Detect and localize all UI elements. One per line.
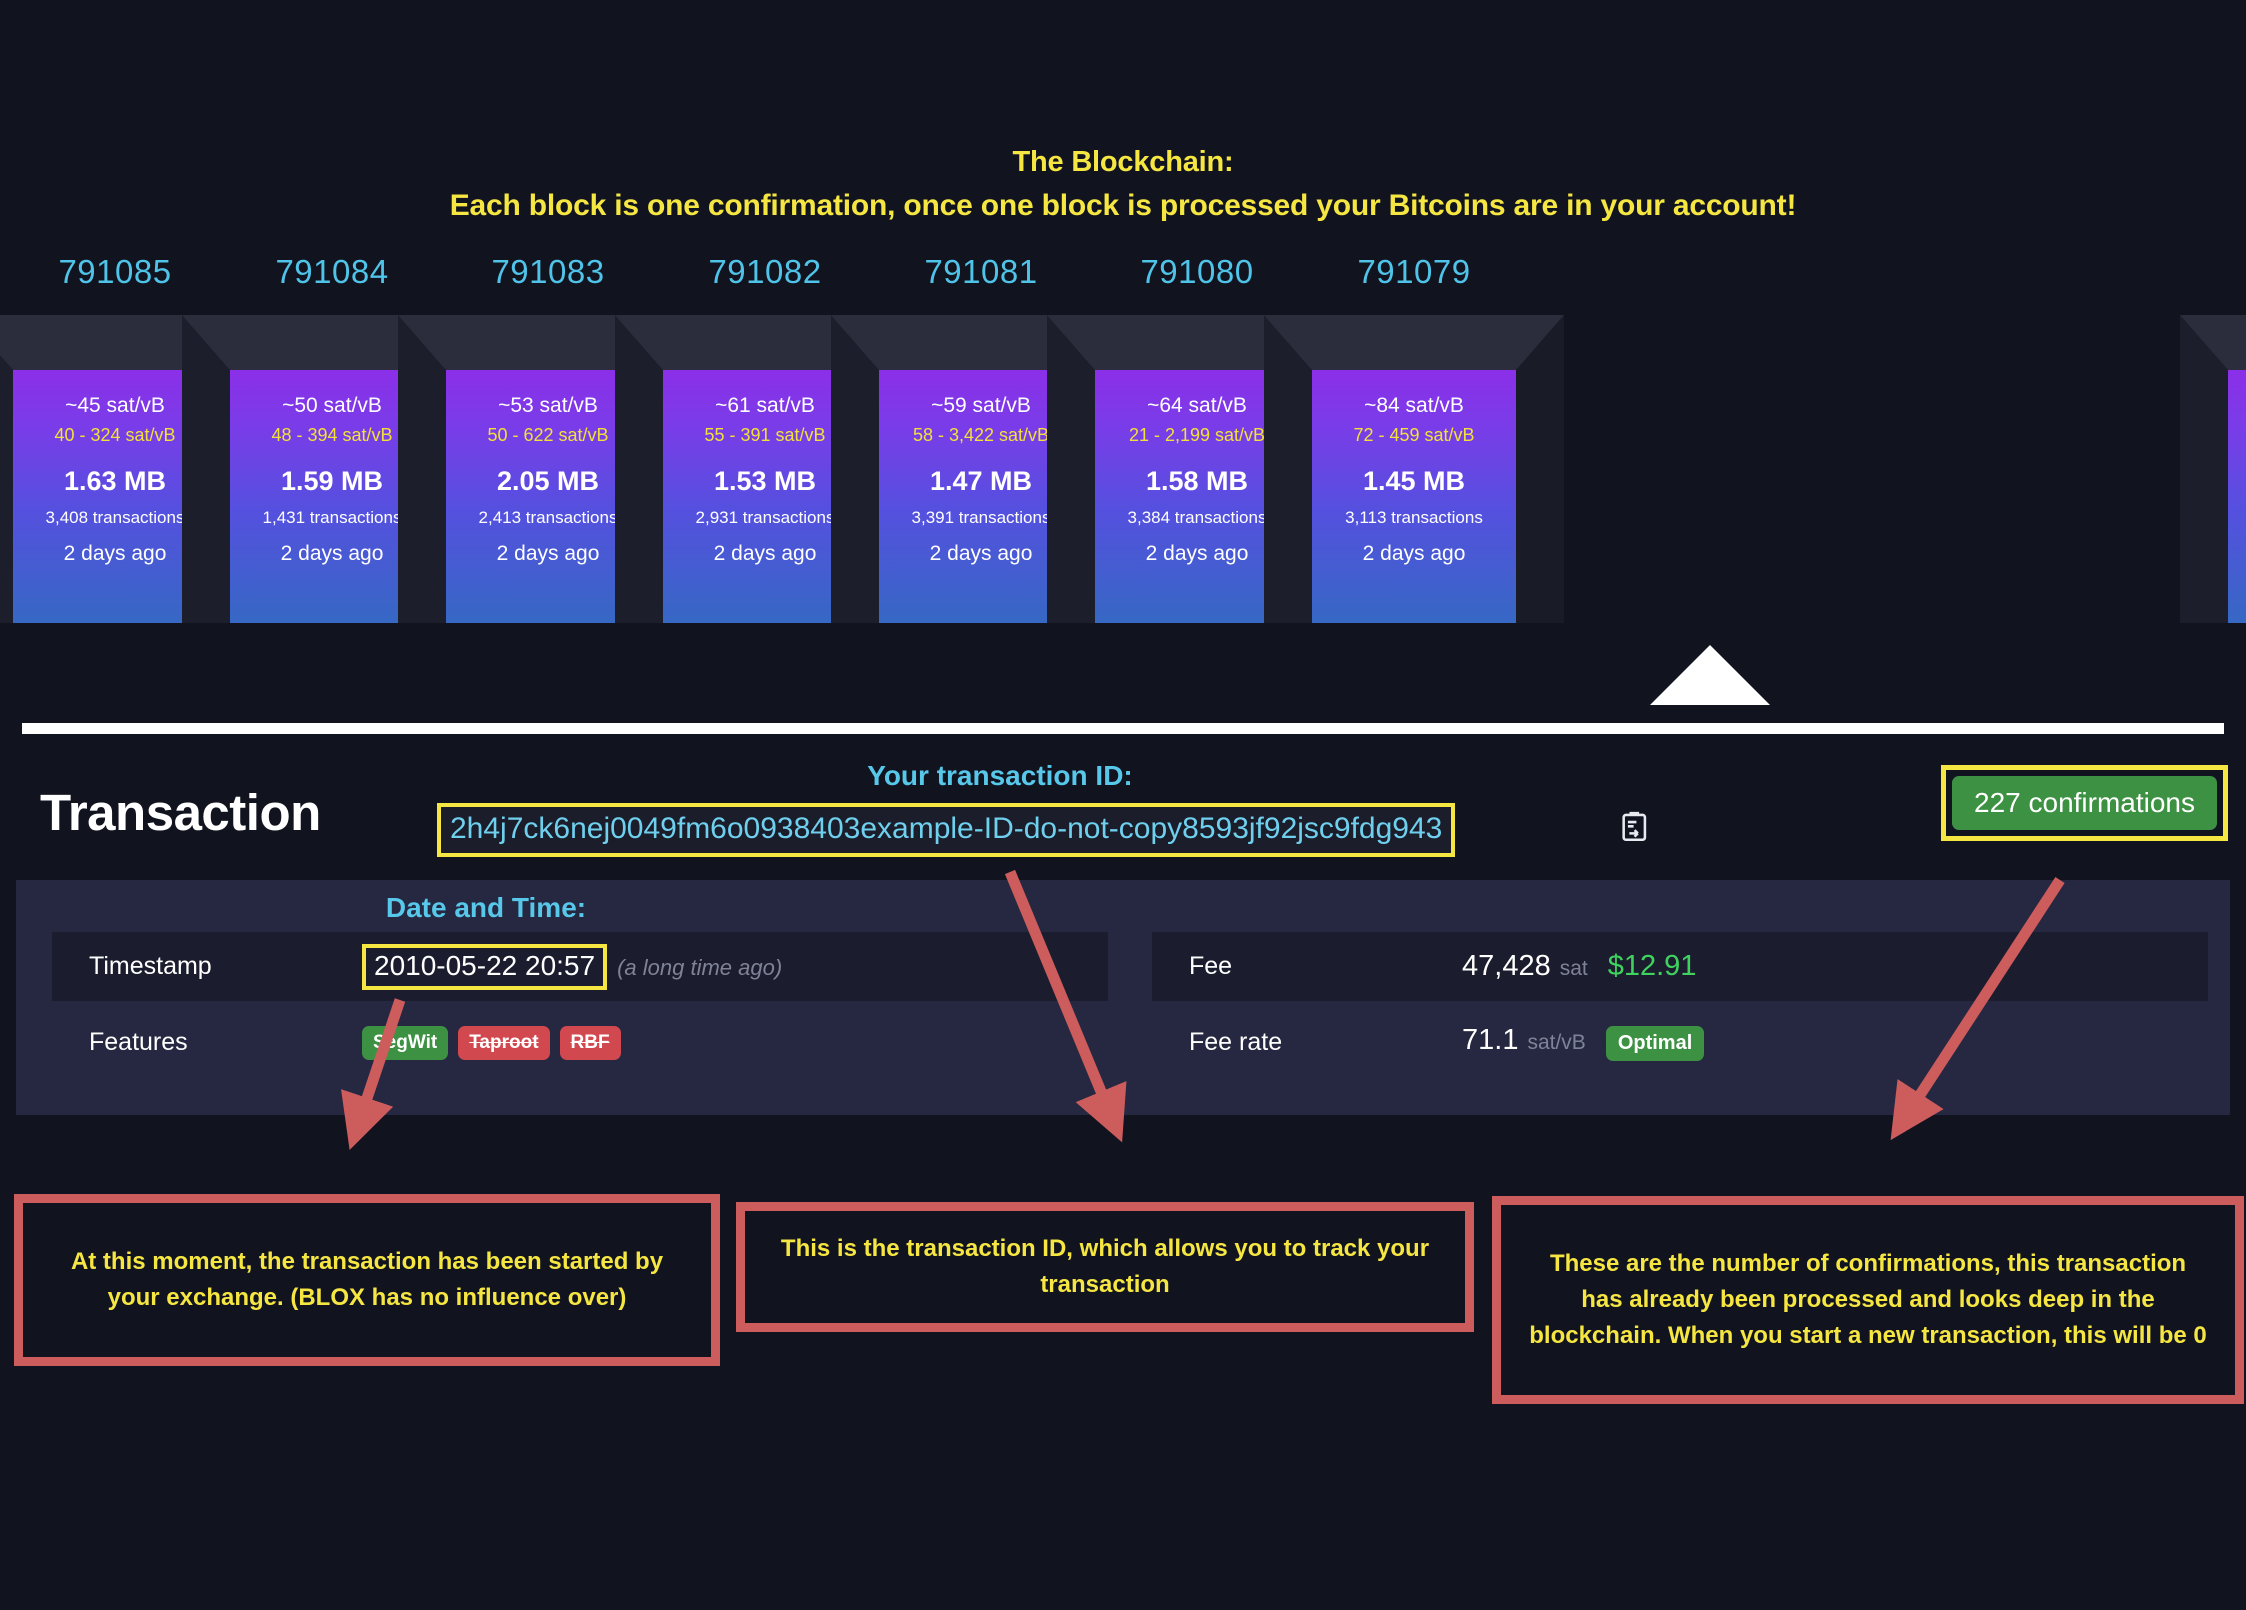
fee-rate-unit: sat/vB — [1527, 1031, 1586, 1054]
block-height-label — [2180, 248, 2246, 296]
block-partial-offscreen[interactable] — [2180, 248, 2246, 623]
callout-transaction-started: At this moment, the transaction has been… — [14, 1194, 720, 1366]
cube-front-face: ~84 sat/vB 72 - 459 sat/vB 1.45 MB 3,113 tr… — [1312, 370, 1516, 623]
transaction-detail-panel: Date and Time: Timestamp 2010-05-22 20:5… — [16, 880, 2230, 1115]
cube-top-face — [1264, 315, 1564, 370]
page-title: Transaction — [40, 784, 321, 841]
block-median-fee: ~84 sat/vB — [1364, 394, 1464, 417]
fee-rate-label: Fee rate — [1189, 1028, 1283, 1056]
features-row: Features SegWit Taproot RBF — [52, 1008, 1108, 1077]
block-cube[interactable]: ~84 sat/vB 72 - 459 sat/vB 1.45 MB 3,113 tr… — [1264, 315, 1564, 623]
block-fee-range: 72 - 459 sat/vB — [1353, 425, 1475, 445]
fee-usd-value: $12.91 — [1607, 950, 1697, 982]
block-cube[interactable] — [2180, 315, 2246, 623]
feature-badge-rbf: RBF — [559, 1025, 621, 1060]
timestamp-value: 2010-05-22 20:57 — [362, 943, 608, 990]
date-time-annotation-label: Date and Time: — [385, 892, 587, 923]
confirmations-badge: 227 confirmations — [1952, 776, 2218, 830]
timestamp-label: Timestamp — [89, 952, 212, 980]
block-791079[interactable]: 791079 ~84 sat/vB 72 - 459 sat/vB 1.45 MB 3,… — [1264, 248, 1564, 623]
feature-badge-segwit: SegWit — [362, 1025, 449, 1060]
callout-text: At this moment, the transaction has been… — [70, 1248, 664, 1311]
blockchain-banner: The Blockchain: Each block is one confir… — [0, 140, 2246, 228]
callout-text: These are the number of confirmations, t… — [1529, 1250, 2207, 1349]
callout-confirmations: These are the number of confirmations, t… — [1492, 1196, 2244, 1404]
timestamp-row: Timestamp 2010-05-22 20:57 (a long time … — [52, 932, 1108, 1001]
callout-transaction-id: This is the transaction ID, which allows… — [736, 1202, 1474, 1332]
confirmations-highlight-box: 227 confirmations — [1941, 765, 2229, 841]
banner-line-1: The Blockchain: — [1012, 146, 1234, 178]
current-block-pointer-triangle — [1650, 645, 1770, 705]
fee-unit: sat — [1559, 957, 1588, 980]
features-label: Features — [89, 1028, 188, 1056]
callout-text: This is the transaction ID, which allows… — [780, 1235, 1430, 1298]
features-badge-list: SegWit Taproot RBF — [362, 1025, 631, 1060]
fee-label: Fee — [1189, 952, 1233, 980]
banner-line-2: Each block is one confirmation, once one… — [449, 189, 1797, 222]
section-divider — [22, 723, 2224, 734]
blockchain-strip: 791085 ~45 sat/vB 40 - 324 sat/vB 1.63 MB 3,… — [0, 248, 2246, 638]
block-size: 1.45 MB — [1362, 466, 1466, 496]
block-age: 2 days ago — [1362, 542, 1466, 565]
fee-row: Fee 47,428 sat $12.91 — [1152, 932, 2208, 1001]
txid-highlight-box: 2h4j7ck6nej0049fm6o0938403example-ID-do-… — [437, 803, 1456, 857]
fee-rate-status-badge: Optimal — [1605, 1026, 1705, 1061]
transaction-id-value[interactable]: 2h4j7ck6nej0049fm6o0938403example-ID-do-… — [450, 811, 1442, 847]
fee-value: 47,428 — [1462, 950, 1551, 982]
fee-rate-row: Fee rate 71.1 sat/vB Optimal — [1152, 1008, 2208, 1077]
timestamp-relative-note: (a long time ago) — [617, 954, 783, 980]
copy-to-clipboard-icon[interactable] — [1618, 810, 1652, 844]
feature-badge-taproot: Taproot — [458, 1025, 550, 1060]
txid-annotation-label: Your transaction ID: — [867, 760, 1133, 791]
fee-rate-value: 71.1 — [1462, 1024, 1519, 1056]
block-transaction-count: 3,113 transactions — [1345, 508, 1483, 527]
block-height-label[interactable]: 791079 — [1264, 248, 1564, 296]
cube-front-face — [2228, 370, 2246, 623]
screenshot-root: The Blockchain: Each block is one confir… — [0, 0, 2246, 1610]
